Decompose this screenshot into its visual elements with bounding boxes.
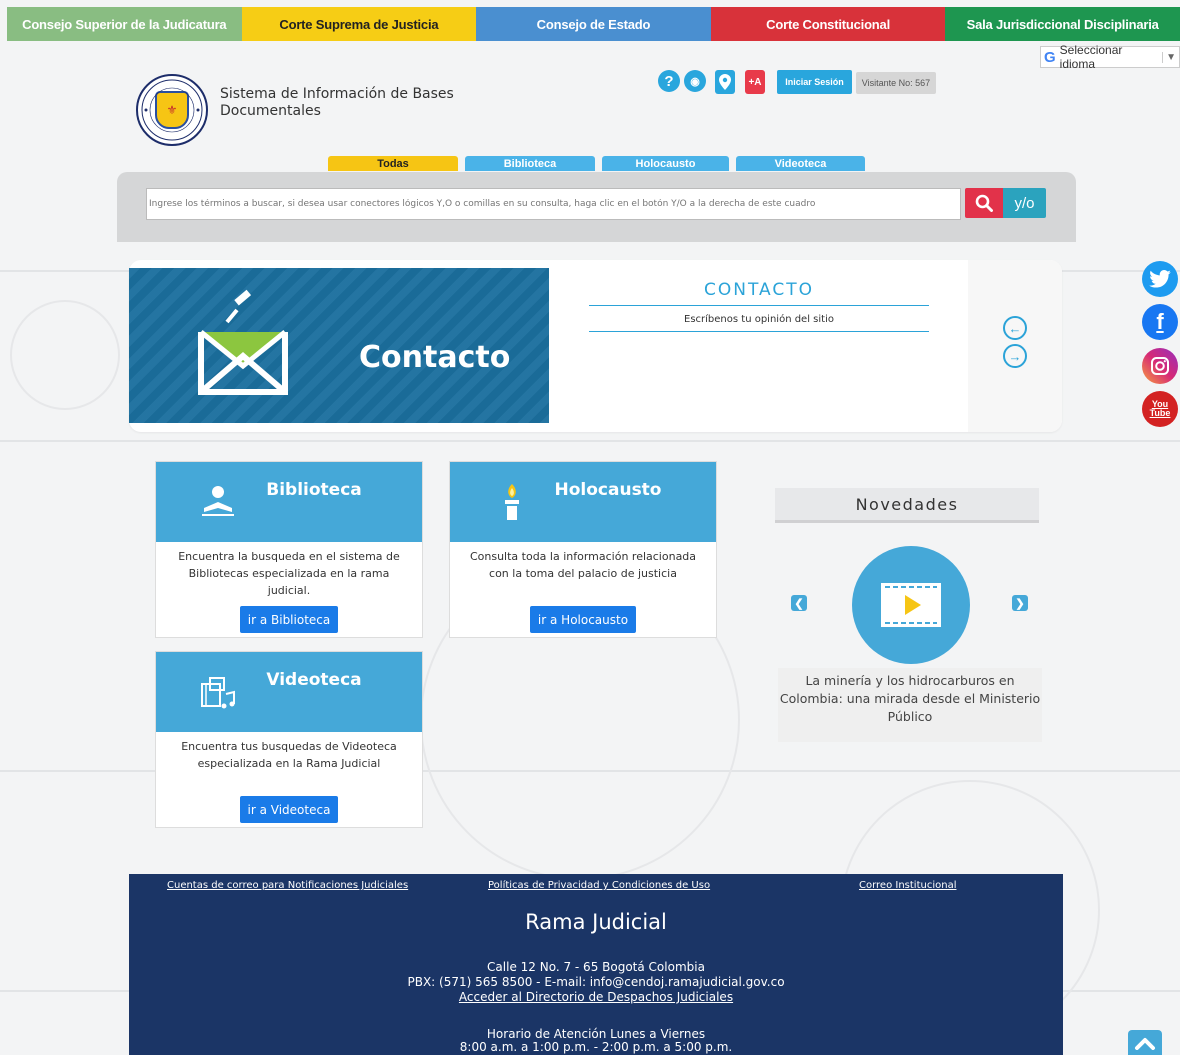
- novedades-item-title[interactable]: La minería y los hidrocarburos en Colomb…: [778, 668, 1042, 742]
- card-description: Encuentra tus busquedas de Videoteca esp…: [181, 740, 397, 770]
- tab-biblioteca[interactable]: Biblioteca: [465, 156, 595, 171]
- card-videoteca: Videoteca Encuentra tus busquedas de Vid…: [155, 651, 423, 828]
- chevron-down-icon: ▼: [1162, 51, 1179, 63]
- topbar-consejo-superior[interactable]: Consejo Superior de la Judicatura: [7, 7, 242, 41]
- card-title: Holocausto: [554, 480, 662, 500]
- search-icon: [975, 194, 993, 212]
- slide-description: Escríbenos tu opinión del sitio: [589, 306, 929, 332]
- scroll-to-top-button[interactable]: [1128, 1030, 1162, 1055]
- card-biblioteca: Biblioteca Encuentra la busqueda en el s…: [155, 461, 423, 638]
- login-button[interactable]: Iniciar Sesión: [777, 70, 852, 94]
- site-title-line1: Sistema de Información de Bases: [220, 86, 454, 102]
- topbar-corte-constitucional[interactable]: Corte Constitucional: [710, 7, 946, 41]
- facebook-icon[interactable]: f: [1142, 304, 1178, 340]
- footer-street: Calle 12 No. 7 - 65 Bogotá Colombia: [487, 960, 705, 974]
- card-title: Biblioteca: [266, 480, 362, 500]
- tab-holocausto[interactable]: Holocausto: [602, 156, 729, 171]
- instagram-icon[interactable]: [1142, 348, 1178, 384]
- slide-banner-title: Contacto: [359, 340, 511, 375]
- footer-contact: PBX: (571) 565 8500 - E-mail: info@cendo…: [407, 975, 785, 989]
- card-description: Consulta toda la información relacionada…: [469, 550, 697, 580]
- chevron-up-icon: [1135, 1037, 1155, 1050]
- slide-prev-button[interactable]: ←: [1003, 316, 1027, 340]
- google-icon: G: [1044, 48, 1056, 66]
- help-icon[interactable]: ?: [658, 70, 680, 92]
- novedades-next-button[interactable]: ❯: [1012, 595, 1028, 611]
- footer-hours: Horario de Atención Lunes a Viernes 8:00…: [129, 1028, 1063, 1054]
- novedades-prev-button[interactable]: ❮: [791, 595, 807, 611]
- topbar-sala-disciplinaria[interactable]: Sala Jurisdiccional Disciplinaria: [945, 7, 1180, 41]
- twitter-icon[interactable]: [1142, 261, 1178, 297]
- footer-address: Calle 12 No. 7 - 65 Bogotá Colombia PBX:…: [129, 960, 1063, 1005]
- youtube-label-2: Tube: [1149, 408, 1171, 418]
- search-button[interactable]: [965, 188, 1003, 218]
- footer-link-correo[interactable]: Correo Institucional: [859, 880, 956, 891]
- slide-heading[interactable]: CONTACTO: [589, 280, 929, 306]
- footer-directory-link[interactable]: Acceder al Directorio de Despachos Judic…: [459, 990, 733, 1004]
- footer-links: Cuentas de correo para Notificaciones Ju…: [129, 880, 1063, 894]
- go-holocausto-button[interactable]: ir a Holocausto: [529, 606, 637, 633]
- rama-judicial-seal-logo: ⚜: [136, 74, 208, 146]
- footer-hours-value: 8:00 a.m. a 1:00 p.m. - 2:00 p.m. a 5:00…: [459, 1040, 733, 1054]
- font-increase-button[interactable]: +A: [745, 70, 765, 94]
- audio-icon[interactable]: ◉: [684, 70, 706, 92]
- tab-todas[interactable]: Todas: [328, 156, 458, 171]
- slide-banner-image[interactable]: Contacto: [129, 268, 549, 423]
- go-biblioteca-button[interactable]: ir a Biblioteca: [239, 606, 339, 633]
- site-footer: Cuentas de correo para Notificaciones Ju…: [129, 874, 1063, 1055]
- search-input[interactable]: [146, 188, 961, 220]
- topbar-corte-suprema[interactable]: Corte Suprema de Justicia: [241, 7, 477, 41]
- language-selector[interactable]: G Seleccionar idioma ▼: [1040, 43, 1180, 71]
- go-videoteca-button[interactable]: ir a Videoteca: [239, 796, 339, 823]
- card-title: Videoteca: [266, 670, 362, 690]
- novedades-heading: Novedades: [775, 488, 1039, 523]
- card-holocausto: Holocausto Consulta toda la información …: [449, 461, 717, 638]
- footer-link-notificaciones[interactable]: Cuentas de correo para Notificaciones Ju…: [167, 880, 408, 891]
- site-title: Sistema de Información de Bases Document…: [220, 86, 454, 120]
- featured-slider: Contacto CONTACTO Escríbenos tu opinión …: [129, 260, 1062, 432]
- logic-connectors-button[interactable]: y/o: [1003, 188, 1046, 218]
- youtube-icon[interactable]: You Tube: [1142, 391, 1178, 427]
- search-panel: y/o: [117, 172, 1076, 242]
- novedades-item-image[interactable]: [852, 546, 970, 664]
- location-pin-icon[interactable]: [715, 70, 735, 94]
- language-label: Seleccionar idioma: [1059, 43, 1123, 71]
- gavel-envelope-icon: [198, 289, 288, 395]
- tab-videoteca[interactable]: Videoteca: [736, 156, 865, 171]
- card-description: Encuentra la busqueda en el sistema de B…: [178, 550, 400, 597]
- topbar-consejo-estado[interactable]: Consejo de Estado: [476, 7, 711, 41]
- institutions-bar: Consejo Superior de la Judicatura Corte …: [7, 7, 1180, 41]
- search-tabs: Todas Biblioteca Holocausto Videoteca: [328, 156, 865, 171]
- footer-link-privacidad[interactable]: Políticas de Privacidad y Condiciones de…: [488, 880, 710, 891]
- video-play-icon: [881, 583, 941, 627]
- site-title-line2: Documentales: [220, 103, 321, 119]
- slide-next-button[interactable]: →: [1003, 344, 1027, 368]
- visitor-counter: Visitante No: 567: [856, 72, 936, 94]
- footer-title: Rama Judicial: [525, 910, 667, 934]
- slide-info: CONTACTO Escríbenos tu opinión del sitio: [589, 280, 929, 332]
